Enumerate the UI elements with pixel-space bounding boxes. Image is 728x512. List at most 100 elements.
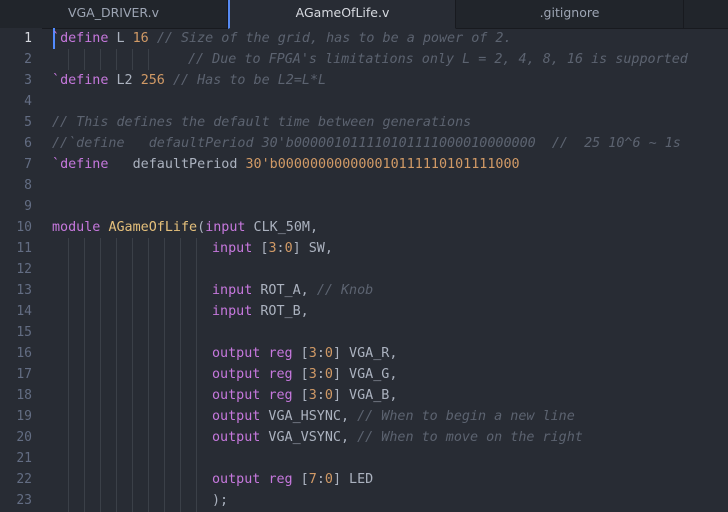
number-token: 0	[324, 346, 333, 361]
code-line[interactable]: // This defines the default time between…	[52, 112, 471, 133]
tab-gitignore[interactable]: .gitignore	[456, 0, 684, 28]
comment-token: // Due to FPGA's limitations only L = 2,…	[188, 52, 688, 67]
line-number: 21	[16, 451, 32, 466]
plain-token: VGA_HSYNC,	[260, 409, 358, 424]
line-number: 23	[16, 493, 32, 508]
code-line[interactable]: input [3:0] SW,	[212, 238, 333, 259]
plain-token: ] VGA_R,	[332, 346, 398, 361]
code-line[interactable]: module AGameOfLife(input CLK_50M,	[52, 217, 318, 238]
number-token: 0	[324, 367, 333, 382]
keyword-token: define	[60, 157, 109, 172]
number-token: 16	[132, 31, 149, 46]
keyword-token: output	[212, 409, 261, 424]
line-number: 2	[24, 52, 32, 67]
code-line[interactable]: output VGA_HSYNC, // When to begin a new…	[212, 406, 575, 427]
plain-token: [	[292, 367, 309, 382]
comment-token: // Knob	[316, 283, 374, 298]
code-line[interactable]: output reg [3:0] VGA_G,	[212, 364, 397, 385]
keyword-token: reg	[268, 346, 293, 361]
code-line[interactable]: `define defaultPeriod 30'b00000000000001…	[52, 154, 520, 175]
code-line[interactable]: output reg [3:0] VGA_B,	[212, 385, 397, 406]
plain-token: ROT_B,	[252, 304, 309, 319]
code-line[interactable]: // Due to FPGA's limitations only L = 2,…	[188, 49, 688, 70]
code-line[interactable]: );	[212, 490, 228, 511]
backtick-token: `	[52, 73, 61, 88]
plain-token: L	[108, 31, 133, 46]
plain-token: :	[316, 367, 325, 382]
keyword-token: define	[60, 31, 109, 46]
keyword-token: output	[212, 430, 261, 445]
keyword-token: output	[212, 346, 261, 361]
tab-bar-empty-area[interactable]	[684, 0, 728, 28]
plain-token: (	[197, 220, 206, 235]
line-number: 12	[16, 262, 32, 277]
plain-token: :	[316, 346, 325, 361]
code-area[interactable]: `define L 16 // Size of the grid, has to…	[52, 28, 728, 512]
line-number: 5	[24, 115, 32, 130]
code-line[interactable]: `define L2 256 // Has to be L2=L*L	[52, 70, 326, 91]
line-number: 15	[16, 325, 32, 340]
plain-token: :	[316, 472, 325, 487]
number-token: 3	[268, 241, 277, 256]
line-number: 16	[16, 346, 32, 361]
keyword-token: output	[212, 367, 261, 382]
code-line[interactable]: output reg [7:0] LED	[212, 469, 373, 490]
line-number: 3	[24, 73, 32, 88]
code-line[interactable]: input ROT_A, // Knob	[212, 280, 373, 301]
plain-token: ] VGA_G,	[332, 367, 398, 382]
keyword-token: output	[212, 388, 261, 403]
keyword-token: define	[60, 73, 109, 88]
backtick-token: `	[52, 31, 61, 46]
number-token: 0	[284, 241, 293, 256]
comment-token: // When to begin a new line	[357, 409, 575, 424]
comment-token: // Size of the grid, has to be a power o…	[156, 31, 512, 46]
line-number: 20	[16, 430, 32, 445]
plain-token: );	[212, 493, 229, 508]
plain-token: :	[316, 388, 325, 403]
plain-token: :	[276, 241, 285, 256]
number-token: 3	[308, 388, 317, 403]
comment-token: // Has to be L2=L*L	[172, 73, 327, 88]
line-number: 6	[24, 136, 32, 151]
line-number: 14	[16, 304, 32, 319]
number-token: 3	[308, 346, 317, 361]
plain-token: ] VGA_B,	[332, 388, 398, 403]
plain-token: ] SW,	[292, 241, 333, 256]
keyword-token: reg	[268, 367, 293, 382]
keyword-token: reg	[268, 388, 293, 403]
line-number: 11	[16, 241, 32, 256]
code-line[interactable]: output reg [3:0] VGA_R,	[212, 343, 397, 364]
keyword-token: reg	[268, 472, 293, 487]
code-editor[interactable]: 1 2 3 4 5 6 7 8 9 10 11 12 13 14 15 16 1…	[0, 28, 728, 512]
tab-vga-driver[interactable]: VGA_DRIVER.v	[0, 0, 228, 28]
plain-token: [	[292, 346, 309, 361]
number-token: 30'b000000000000010111110101111000	[245, 157, 520, 172]
tab-agameoflife[interactable]: AGameOfLife.v	[228, 0, 456, 29]
line-number: 19	[16, 409, 32, 424]
keyword-token: input	[212, 304, 253, 319]
comment-token: // This defines the default time between…	[52, 115, 472, 130]
plain-token: ROT_A,	[252, 283, 317, 298]
line-number: 13	[16, 283, 32, 298]
plain-token: [	[292, 388, 309, 403]
tab-bar: VGA_DRIVER.v AGameOfLife.v .gitignore	[0, 0, 728, 29]
line-number: 4	[24, 94, 32, 109]
code-line[interactable]: output VGA_VSYNC, // When to move on the…	[212, 427, 583, 448]
line-number: 17	[16, 367, 32, 382]
line-number: 9	[24, 199, 32, 214]
code-line[interactable]: input ROT_B,	[212, 301, 309, 322]
number-token: 256	[140, 73, 165, 88]
number-token: 0	[324, 472, 333, 487]
number-token: 0	[324, 388, 333, 403]
line-number: 8	[24, 178, 32, 193]
code-line[interactable]: `define L 16 // Size of the grid, has to…	[52, 28, 512, 49]
code-line[interactable]: //`define defaultPeriod 30'b000001011110…	[52, 133, 681, 154]
keyword-token: input	[212, 283, 253, 298]
number-token: 7	[308, 472, 317, 487]
line-number: 18	[16, 388, 32, 403]
plain-token: ] LED	[332, 472, 374, 487]
keyword-token: output	[212, 472, 261, 487]
keyword-token: input	[205, 220, 246, 235]
comment-token: //`define defaultPeriod 30'b000001011110…	[52, 136, 681, 151]
